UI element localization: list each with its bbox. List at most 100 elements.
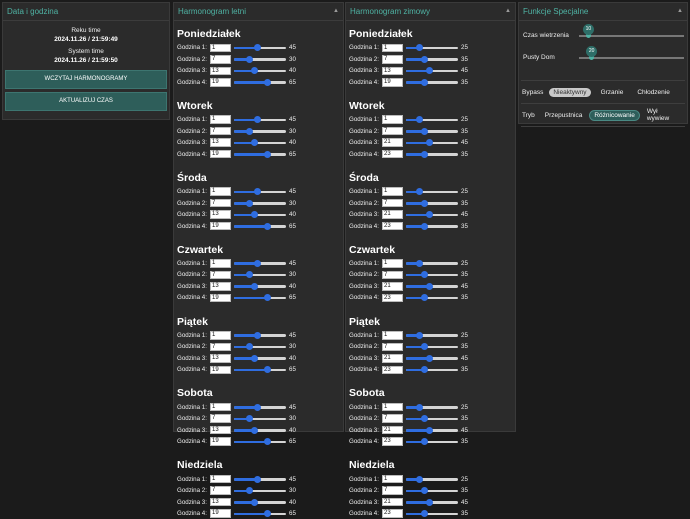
slider-thumb[interactable]: [420, 415, 428, 423]
slider-thumb[interactable]: [420, 55, 428, 63]
slider-thumb[interactable]: [246, 343, 254, 351]
power-slider[interactable]: [406, 271, 458, 279]
power-slider[interactable]: [406, 498, 458, 506]
hour-input[interactable]: 7: [382, 270, 403, 280]
hour-input[interactable]: 19: [210, 437, 231, 446]
load-schedules-button[interactable]: WCZYTAJ HARMONOGRAMY: [5, 70, 167, 89]
hour-input[interactable]: 7: [382, 342, 403, 352]
hour-input[interactable]: 19: [210, 149, 231, 159]
hour-input[interactable]: 7: [210, 486, 231, 495]
power-slider[interactable]: [406, 487, 458, 495]
slider-thumb[interactable]: [425, 139, 433, 147]
slider-thumb[interactable]: [246, 415, 254, 423]
slider-thumb[interactable]: [264, 438, 272, 446]
slider-thumb[interactable]: [246, 55, 254, 63]
power-slider[interactable]: [234, 222, 286, 230]
slider-thumb[interactable]: [425, 282, 433, 290]
hour-input[interactable]: 23: [382, 149, 403, 159]
hour-input[interactable]: 1: [210, 43, 231, 52]
hour-input[interactable]: 1: [382, 331, 403, 340]
datetime-panel-header[interactable]: Data i godzina: [3, 3, 169, 21]
power-slider[interactable]: [234, 271, 286, 279]
slider-thumb[interactable]: [420, 366, 428, 374]
bypass-option-heating[interactable]: Grzanie: [597, 88, 628, 97]
hour-input[interactable]: 13: [210, 497, 231, 507]
slider-thumb[interactable]: [246, 199, 254, 207]
power-slider[interactable]: [406, 343, 458, 351]
slider-thumb[interactable]: [425, 211, 433, 219]
hour-input[interactable]: 21: [382, 138, 403, 147]
power-slider[interactable]: [406, 438, 458, 446]
hour-input[interactable]: 13: [210, 210, 231, 219]
power-slider[interactable]: [406, 403, 458, 411]
power-slider[interactable]: [406, 127, 458, 135]
hour-input[interactable]: 13: [210, 425, 231, 435]
empty-house-slider[interactable]: 20: [579, 46, 684, 60]
power-slider[interactable]: [234, 438, 286, 446]
hour-input[interactable]: 1: [210, 402, 231, 412]
hour-input[interactable]: 1: [382, 474, 403, 484]
power-slider[interactable]: [234, 211, 286, 219]
slider-thumb[interactable]: [251, 354, 259, 362]
hour-input[interactable]: 1: [382, 259, 403, 268]
hour-input[interactable]: 7: [382, 55, 403, 64]
hour-input[interactable]: 23: [382, 293, 403, 303]
power-slider[interactable]: [234, 403, 286, 411]
hour-input[interactable]: 13: [210, 66, 231, 75]
slider-thumb[interactable]: [425, 498, 433, 506]
slider-thumb[interactable]: [420, 127, 428, 135]
power-slider[interactable]: [234, 44, 286, 52]
slider-thumb[interactable]: [415, 475, 423, 483]
hour-input[interactable]: 1: [382, 187, 403, 196]
hour-input[interactable]: 19: [210, 78, 231, 87]
hour-input[interactable]: 7: [382, 414, 403, 423]
power-slider[interactable]: [234, 127, 286, 135]
power-slider[interactable]: [234, 343, 286, 351]
slider-thumb[interactable]: [251, 498, 259, 506]
power-slider[interactable]: [406, 139, 458, 147]
hour-input[interactable]: 19: [210, 509, 231, 518]
slider-thumb[interactable]: [264, 150, 272, 158]
summer-schedule-header[interactable]: Harmonogram letni ▲: [174, 3, 343, 21]
power-slider[interactable]: [234, 259, 286, 267]
winter-schedule-header[interactable]: Harmonogram zimowy ▲: [346, 3, 515, 21]
hour-input[interactable]: 13: [210, 138, 231, 147]
power-slider[interactable]: [234, 282, 286, 290]
slider-thumb[interactable]: [420, 78, 428, 86]
slider-thumb[interactable]: [264, 510, 272, 518]
hour-input[interactable]: 7: [382, 486, 403, 495]
slider-thumb[interactable]: [420, 222, 428, 230]
power-slider[interactable]: [406, 116, 458, 124]
slider-thumb[interactable]: [253, 403, 261, 411]
hour-input[interactable]: 1: [210, 259, 231, 268]
power-slider[interactable]: [234, 294, 286, 302]
hour-input[interactable]: 1: [210, 115, 231, 124]
slider-thumb[interactable]: [253, 259, 261, 267]
hour-input[interactable]: 13: [210, 282, 231, 291]
power-slider[interactable]: [406, 475, 458, 483]
collapse-icon[interactable]: ▲: [677, 3, 683, 20]
power-slider[interactable]: [406, 211, 458, 219]
bypass-option-inactive[interactable]: Nieaktywny: [549, 87, 591, 97]
power-slider[interactable]: [406, 259, 458, 267]
hour-input[interactable]: 7: [210, 342, 231, 352]
ventilation-time-slider[interactable]: 10: [579, 24, 684, 38]
power-slider[interactable]: [406, 426, 458, 434]
power-slider[interactable]: [234, 150, 286, 158]
collapse-icon[interactable]: ▲: [505, 3, 511, 20]
hour-input[interactable]: 1: [210, 331, 231, 340]
hour-input[interactable]: 7: [210, 414, 231, 423]
hour-input[interactable]: 7: [210, 126, 231, 136]
power-slider[interactable]: [406, 78, 458, 86]
slider-thumb[interactable]: [415, 116, 423, 124]
power-slider[interactable]: [406, 188, 458, 196]
power-slider[interactable]: [406, 331, 458, 339]
slider-thumb[interactable]: [425, 67, 433, 75]
hour-input[interactable]: 7: [382, 126, 403, 136]
mode-option-damper[interactable]: Przepustnica: [541, 111, 587, 120]
slider-thumb[interactable]: [415, 403, 423, 411]
hour-input[interactable]: 23: [382, 437, 403, 446]
hour-input[interactable]: 1: [210, 187, 231, 196]
hour-input[interactable]: 7: [382, 198, 403, 208]
power-slider[interactable]: [234, 510, 286, 518]
